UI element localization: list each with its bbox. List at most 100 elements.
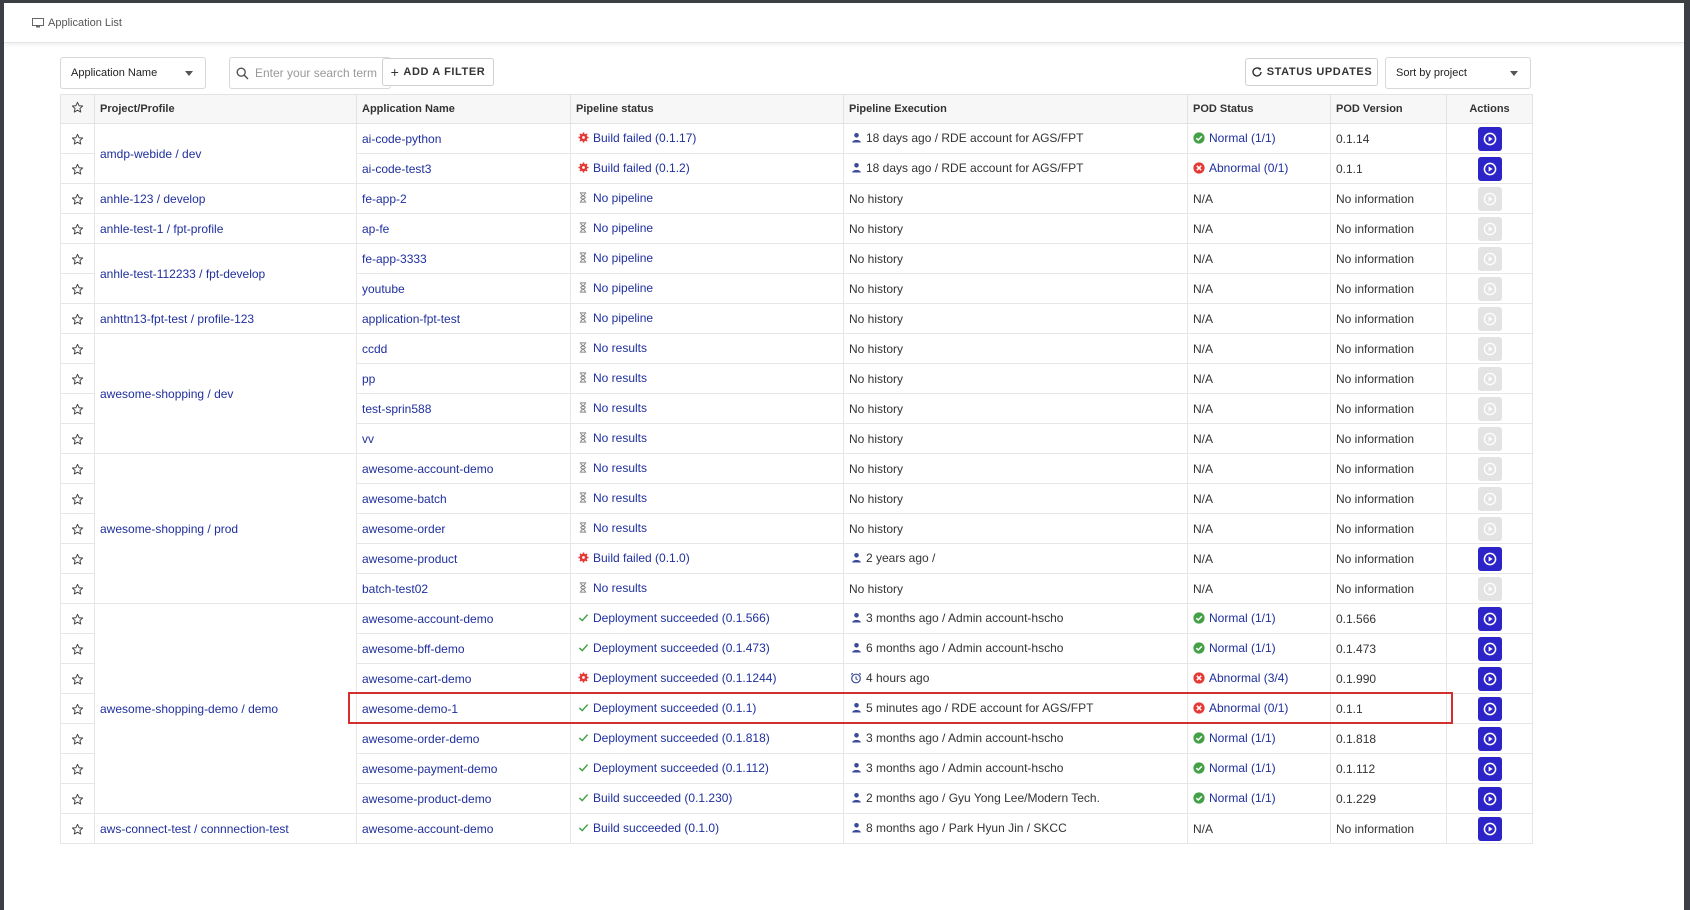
pipeline-status-link[interactable]: Build failed (0.1.2) bbox=[593, 161, 690, 175]
run-pipeline-button[interactable] bbox=[1477, 546, 1502, 571]
pipeline-status-link[interactable]: No results bbox=[593, 581, 647, 595]
project-link[interactable]: anhle-test-112233 / fpt-develop bbox=[100, 267, 265, 281]
favorite-star-button[interactable] bbox=[60, 303, 95, 334]
pipeline-status-link[interactable]: No pipeline bbox=[593, 311, 653, 325]
pipeline-status-link[interactable]: Build failed (0.1.17) bbox=[593, 131, 696, 145]
pod-status-link[interactable]: Abnormal (0/1) bbox=[1209, 701, 1288, 715]
pipeline-status-link[interactable]: No pipeline bbox=[593, 221, 653, 235]
pipeline-status-link[interactable]: Build failed (0.1.0) bbox=[593, 551, 690, 565]
status-updates-button[interactable]: STATUS UPDATES bbox=[1245, 58, 1378, 86]
application-link[interactable]: awesome-account-demo bbox=[362, 612, 493, 626]
application-link[interactable]: ai-code-test3 bbox=[362, 162, 431, 176]
pipeline-status-link[interactable]: Deployment succeeded (0.1.112) bbox=[593, 761, 769, 775]
column-header-pod-status[interactable]: POD Status bbox=[1187, 94, 1331, 124]
favorite-star-button[interactable] bbox=[60, 273, 95, 304]
favorite-star-button[interactable] bbox=[60, 663, 95, 694]
run-pipeline-button[interactable] bbox=[1477, 696, 1502, 721]
application-link[interactable]: ap-fe bbox=[362, 222, 389, 236]
pipeline-status-link[interactable]: No results bbox=[593, 401, 647, 415]
favorite-star-button[interactable] bbox=[60, 573, 95, 604]
column-header-project[interactable]: Project/Profile bbox=[94, 94, 357, 124]
pipeline-status-link[interactable]: Build succeeded (0.1.0) bbox=[593, 821, 719, 835]
application-link[interactable]: ccdd bbox=[362, 342, 387, 356]
favorite-star-button[interactable] bbox=[60, 813, 95, 844]
application-link[interactable]: awesome-bff-demo bbox=[362, 642, 465, 656]
application-link[interactable]: fe-app-3333 bbox=[362, 252, 427, 266]
pipeline-status-link[interactable]: Deployment succeeded (0.1.1) bbox=[593, 701, 756, 715]
favorite-star-button[interactable] bbox=[60, 483, 95, 514]
pod-status-link[interactable]: Normal (1/1) bbox=[1209, 131, 1276, 145]
run-pipeline-button[interactable] bbox=[1477, 636, 1502, 661]
column-header-application-name[interactable]: Application Name bbox=[356, 94, 571, 124]
project-link[interactable]: anhle-123 / develop bbox=[100, 192, 205, 206]
favorite-header[interactable] bbox=[60, 94, 95, 124]
pod-status-link[interactable]: Normal (1/1) bbox=[1209, 791, 1276, 805]
project-link[interactable]: awesome-shopping / dev bbox=[100, 387, 233, 401]
pod-status-link[interactable]: Abnormal (0/1) bbox=[1209, 161, 1288, 175]
pipeline-status-link[interactable]: No pipeline bbox=[593, 281, 653, 295]
favorite-star-button[interactable] bbox=[60, 183, 95, 214]
project-link[interactable]: awesome-shopping-demo / demo bbox=[100, 702, 278, 716]
favorite-star-button[interactable] bbox=[60, 213, 95, 244]
project-link[interactable]: anhle-test-1 / fpt-profile bbox=[100, 222, 223, 236]
application-link[interactable]: batch-test02 bbox=[362, 582, 428, 596]
application-link[interactable]: fe-app-2 bbox=[362, 192, 407, 206]
application-link[interactable]: pp bbox=[362, 372, 375, 386]
favorite-star-button[interactable] bbox=[60, 123, 95, 154]
application-link[interactable]: awesome-batch bbox=[362, 492, 447, 506]
application-link[interactable]: test-sprin588 bbox=[362, 402, 431, 416]
pod-status-link[interactable]: Normal (1/1) bbox=[1209, 641, 1276, 655]
application-link[interactable]: awesome-account-demo bbox=[362, 462, 493, 476]
project-link[interactable]: aws-connect-test / connnection-test bbox=[100, 822, 289, 836]
application-link[interactable]: vv bbox=[362, 432, 374, 446]
run-pipeline-button[interactable] bbox=[1477, 156, 1502, 181]
column-header-pod-version[interactable]: POD Version bbox=[1330, 94, 1447, 124]
run-pipeline-button[interactable] bbox=[1477, 786, 1502, 811]
application-link[interactable]: awesome-account-demo bbox=[362, 822, 493, 836]
run-pipeline-button[interactable] bbox=[1477, 126, 1502, 151]
pipeline-status-link[interactable]: No results bbox=[593, 341, 647, 355]
favorite-star-button[interactable] bbox=[60, 333, 95, 364]
favorite-star-button[interactable] bbox=[60, 153, 95, 184]
favorite-star-button[interactable] bbox=[60, 363, 95, 394]
application-link[interactable]: awesome-order-demo bbox=[362, 732, 479, 746]
sort-dropdown[interactable]: Sort by project bbox=[1385, 57, 1531, 89]
application-link[interactable]: awesome-order bbox=[362, 522, 445, 536]
favorite-star-button[interactable] bbox=[60, 723, 95, 754]
application-link[interactable]: application-fpt-test bbox=[362, 312, 460, 326]
run-pipeline-button[interactable] bbox=[1477, 606, 1502, 631]
add-filter-button[interactable]: + ADD A FILTER bbox=[382, 58, 494, 86]
project-link[interactable]: awesome-shopping / prod bbox=[100, 522, 238, 536]
pipeline-status-link[interactable]: No pipeline bbox=[593, 191, 653, 205]
pipeline-status-link[interactable]: Deployment succeeded (0.1.473) bbox=[593, 641, 770, 655]
favorite-star-button[interactable] bbox=[60, 753, 95, 784]
filter-field-dropdown[interactable]: Application Name bbox=[60, 57, 206, 89]
favorite-star-button[interactable] bbox=[60, 543, 95, 574]
pipeline-status-link[interactable]: Deployment succeeded (0.1.818) bbox=[593, 731, 770, 745]
pod-status-link[interactable]: Normal (1/1) bbox=[1209, 731, 1276, 745]
pipeline-status-link[interactable]: No results bbox=[593, 491, 647, 505]
favorite-star-button[interactable] bbox=[60, 243, 95, 274]
pipeline-status-link[interactable]: Deployment succeeded (0.1.1244) bbox=[593, 671, 776, 685]
project-link[interactable]: anhttn13-fpt-test / profile-123 bbox=[100, 312, 254, 326]
run-pipeline-button[interactable] bbox=[1477, 666, 1502, 691]
run-pipeline-button[interactable] bbox=[1477, 756, 1502, 781]
application-link[interactable]: awesome-cart-demo bbox=[362, 672, 471, 686]
application-link[interactable]: ai-code-python bbox=[362, 132, 441, 146]
search-input[interactable] bbox=[253, 65, 387, 81]
favorite-star-button[interactable] bbox=[60, 453, 95, 484]
application-link[interactable]: awesome-demo-1 bbox=[362, 702, 458, 716]
pod-status-link[interactable]: Abnormal (3/4) bbox=[1209, 671, 1288, 685]
favorite-star-button[interactable] bbox=[60, 693, 95, 724]
pod-status-link[interactable]: Normal (1/1) bbox=[1209, 761, 1276, 775]
pipeline-status-link[interactable]: No pipeline bbox=[593, 251, 653, 265]
run-pipeline-button[interactable] bbox=[1477, 726, 1502, 751]
project-link[interactable]: amdp-webide / dev bbox=[100, 147, 201, 161]
column-header-pipeline-execution[interactable]: Pipeline Execution bbox=[843, 94, 1188, 124]
pipeline-status-link[interactable]: No results bbox=[593, 431, 647, 445]
favorite-star-button[interactable] bbox=[60, 783, 95, 814]
favorite-star-button[interactable] bbox=[60, 513, 95, 544]
pipeline-status-link[interactable]: Deployment succeeded (0.1.566) bbox=[593, 611, 770, 625]
pipeline-status-link[interactable]: No results bbox=[593, 371, 647, 385]
pipeline-status-link[interactable]: Build succeeded (0.1.230) bbox=[593, 791, 732, 805]
